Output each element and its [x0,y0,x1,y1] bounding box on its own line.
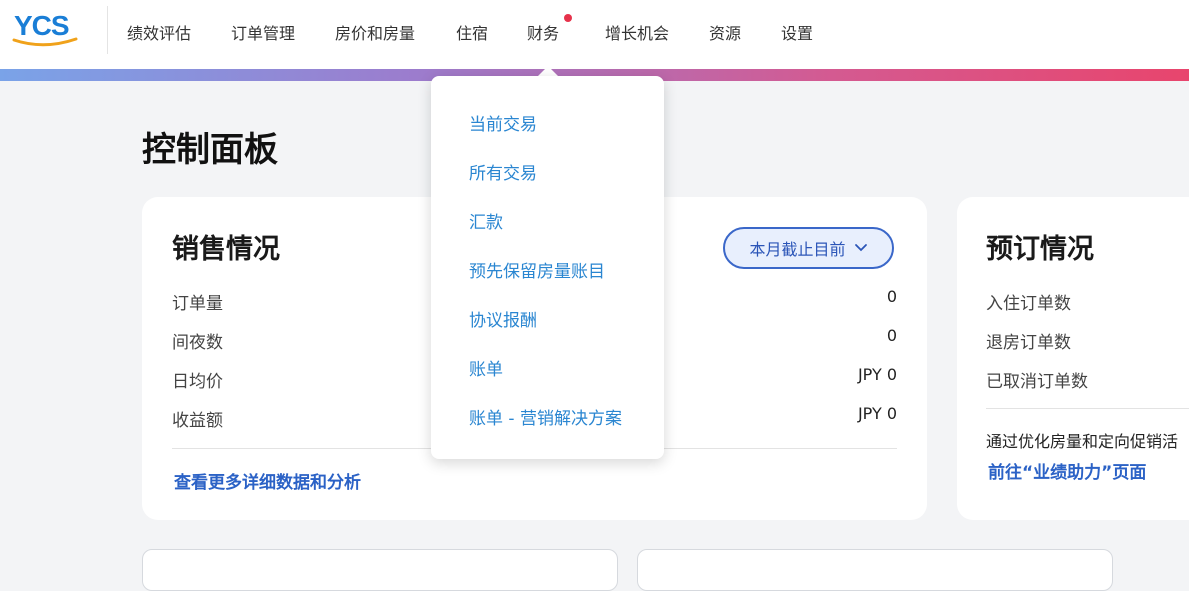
booking-promo-text: 通过优化房量和定向促销活 [986,432,1179,451]
nav-item-performance[interactable]: 绩效评估 [127,20,191,44]
booking-row-label: 已取消订单数 [986,372,1088,392]
sales-row-value: 0 [886,287,897,306]
bottom-card-right [637,549,1113,591]
sales-details-link[interactable]: 查看更多详细数据和分析 [174,468,361,493]
sales-row-value: 0 [886,326,897,345]
finance-dropdown-menu: 当前交易 所有交易 汇款 预先保留房量账目 协议报酬 账单 账单 - 营销解决方… [431,76,664,459]
sales-row-value: JPY 0 [857,365,897,384]
sales-row-label: 订单量 [172,294,223,314]
menu-item-agreement-commission[interactable]: 协议报酬 [469,306,537,331]
menu-item-all-transactions[interactable]: 所有交易 [469,159,537,184]
sales-row-label: 收益额 [172,411,223,431]
menu-item-allotment-statement[interactable]: 预先保留房量账目 [469,257,605,282]
page-title: 控制面板 [142,130,278,170]
period-selector-label: 本月截止目前 [749,240,846,259]
nav-item-growth[interactable]: 增长机会 [605,20,669,44]
nav-item-finance[interactable]: 财务 [527,20,559,44]
menu-item-invoices[interactable]: 账单 [469,355,503,380]
finance-notification-dot [564,14,572,22]
top-navigation-bar: YCS 绩效评估 订单管理 房价和房量 住宿 财务 增长机会 资源 设置 [0,0,1189,69]
sales-card-title: 销售情况 [172,234,280,265]
nav-item-property[interactable]: 住宿 [456,20,488,44]
menu-item-remittance[interactable]: 汇款 [469,208,503,233]
nav-item-rates-availability[interactable]: 房价和房量 [335,20,415,44]
booking-card-title: 预订情况 [986,234,1094,265]
menu-item-current-transactions[interactable]: 当前交易 [469,110,537,135]
booking-row-label: 入住订单数 [986,294,1071,314]
logo-swoosh-icon [12,37,78,47]
sales-row-value: JPY 0 [857,404,897,423]
booking-divider [986,408,1189,409]
period-selector[interactable]: 本月截止目前 [723,227,894,269]
menu-item-invoices-marketing[interactable]: 账单 - 营销解决方案 [469,404,622,429]
ycs-logo[interactable]: YCS [12,8,82,50]
booking-row-label: 退房订单数 [986,333,1071,353]
nav-item-settings[interactable]: 设置 [781,20,813,44]
bottom-card-left [142,549,618,591]
sales-row-label: 间夜数 [172,333,223,353]
chevron-down-icon [854,244,867,252]
booking-promo-link[interactable]: 前往“业绩助力”页面 [988,458,1146,483]
booking-card: 预订情况 入住订单数 退房订单数 已取消订单数 通过优化房量和定向促销活 前往“… [957,197,1189,520]
nav-item-orders[interactable]: 订单管理 [231,20,295,44]
nav-divider [107,6,108,54]
dropdown-caret [538,66,558,76]
nav-item-resources[interactable]: 资源 [709,20,741,44]
sales-row-label: 日均价 [172,372,223,392]
